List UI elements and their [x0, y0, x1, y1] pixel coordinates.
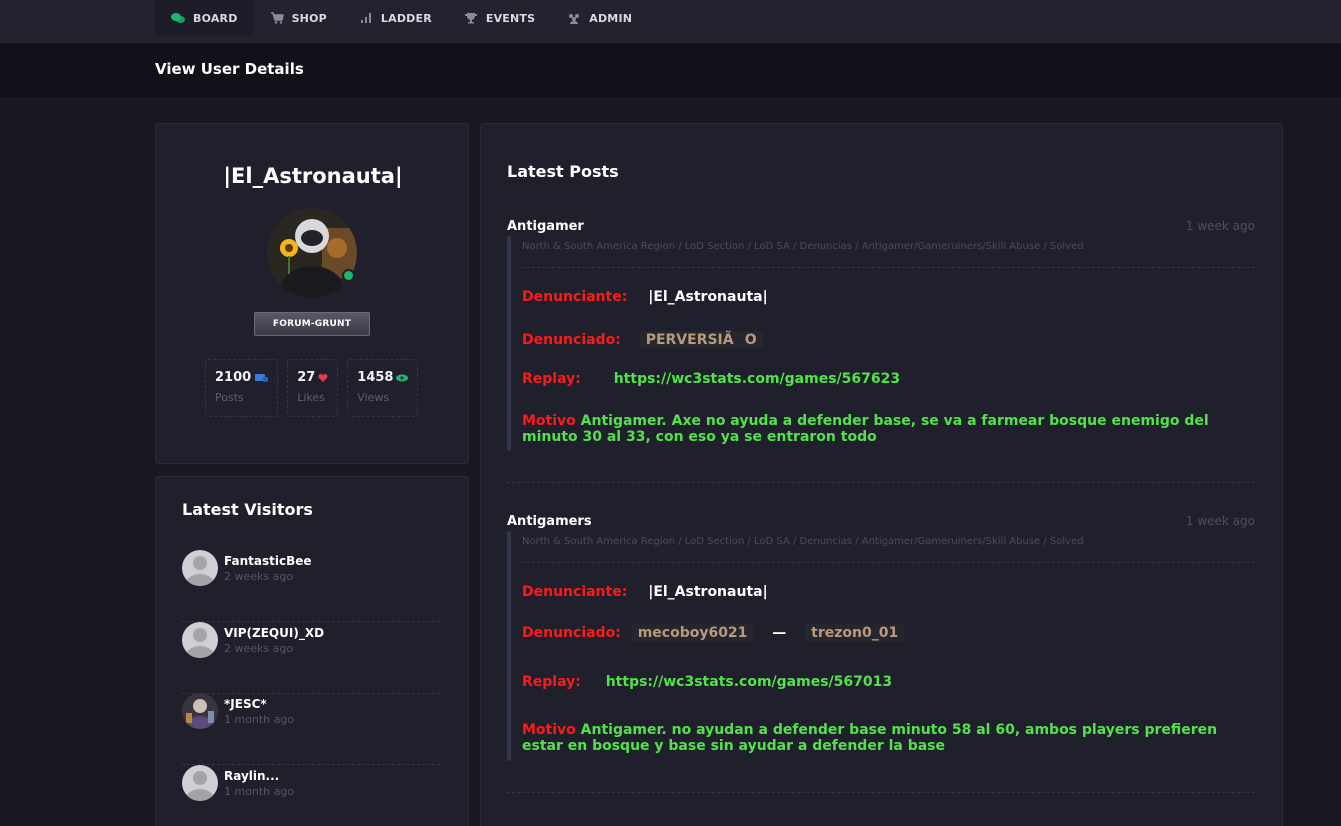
post-divider: [522, 267, 1255, 268]
post-motivo: Motivo Antigamer. Axe no ayuda a defende…: [522, 413, 1255, 445]
nav-list: BOARD SHOP LADDER EVENTS ADMIN: [155, 0, 648, 36]
denunciado-label: Denunciado:: [522, 625, 621, 641]
post-item: Antigamer 1 week ago North & South Ameri…: [507, 219, 1255, 459]
denunciado-value-2: trezon0_01: [805, 624, 905, 642]
nav-label-shop: SHOP: [291, 11, 327, 25]
nav-label-admin: ADMIN: [589, 11, 633, 25]
stat-likes: 27 Likes: [287, 359, 339, 417]
replay-link[interactable]: https://wc3stats.com/games/567623: [614, 371, 900, 387]
post-breadcrumb[interactable]: North & South America Region / LoD Secti…: [522, 241, 1084, 252]
post-divider: [522, 562, 1255, 563]
post-denunciado-line: Denunciado: mecoboy6021 — trezon0_01: [522, 624, 905, 642]
latest-visitors-card: Latest Visitors FantasticBee 2 weeks ago…: [155, 476, 469, 826]
nav-item-board[interactable]: BOARD: [155, 0, 254, 36]
denunciado-label: Denunciado:: [522, 332, 621, 348]
visitor-item[interactable]: VIP(ZEQUI)_XD 2 weeks ago: [182, 622, 440, 694]
post-breadcrumb[interactable]: North & South America Region / LoD Secti…: [522, 536, 1084, 547]
post-separator: [507, 482, 1255, 483]
visitor-time: 2 weeks ago: [224, 570, 294, 583]
post-denunciante-line: Denunciante: |El_Astronauta|: [522, 289, 768, 305]
page-title: View User Details: [155, 60, 304, 78]
denunciante-value: |El_Astronauta|: [648, 289, 768, 305]
heart-icon: [318, 374, 328, 382]
nav-item-admin[interactable]: ADMIN: [551, 0, 648, 36]
profile-card: |El_Astronauta| FORUM-GRUNT 2100 Posts 2…: [155, 123, 469, 464]
visitor-name[interactable]: Raylin...: [224, 769, 279, 783]
stat-views-label: Views: [357, 391, 390, 404]
stat-posts: 2100 Posts: [205, 359, 279, 417]
visitor-name[interactable]: FantasticBee: [224, 554, 312, 568]
online-status-dot: [342, 269, 355, 282]
nav-label-events: EVENTS: [485, 11, 536, 25]
post-item: Antigamers 1 week ago North & South Amer…: [507, 514, 1255, 774]
post-time: 1 week ago: [1185, 514, 1255, 528]
visitors-heading: Latest Visitors: [182, 500, 313, 519]
profile-stats: 2100 Posts 27 Likes 1458 Views: [205, 359, 419, 417]
denunciante-label: Denunciante:: [522, 584, 628, 600]
post-quote-bar: [507, 531, 511, 761]
default-avatar-icon: [182, 765, 218, 801]
default-avatar-icon: [182, 622, 218, 658]
visitor-name[interactable]: VIP(ZEQUI)_XD: [224, 626, 324, 640]
users-icon: [569, 14, 580, 24]
nav-item-shop[interactable]: SHOP: [254, 0, 343, 36]
trophy-icon: [464, 13, 477, 24]
latest-posts-card: Latest Posts Antigamer 1 week ago North …: [480, 123, 1283, 826]
post-replay-line: Replay: https://wc3stats.com/games/56701…: [522, 674, 892, 690]
motivo-text: Antigamer. Axe no ayuda a defender base,…: [522, 413, 1209, 445]
visitor-avatar: [182, 693, 218, 729]
motivo-text: Antigamer. no ayudan a defender base min…: [522, 722, 1218, 754]
replay-label: Replay:: [522, 674, 581, 690]
stat-posts-label: Posts: [215, 391, 244, 404]
post-motivo: Motivo Antigamer. no ayudan a defender b…: [522, 722, 1255, 754]
motivo-label: Motivo: [522, 413, 576, 429]
page-title-bar: View User Details: [0, 43, 1341, 97]
post-quote-bar: [507, 236, 511, 451]
scroll-icon: [255, 374, 269, 382]
post-replay-line: Replay: https://wc3stats.com/games/56762…: [522, 371, 900, 387]
post-time: 1 week ago: [1185, 219, 1255, 233]
posts-heading: Latest Posts: [507, 162, 619, 181]
replay-label: Replay:: [522, 371, 581, 387]
visitor-item[interactable]: FantasticBee 2 weeks ago: [182, 550, 440, 622]
chat-bubbles-icon: [171, 13, 185, 23]
profile-username: |El_Astronauta|: [223, 164, 403, 188]
nav-label-ladder: LADDER: [380, 11, 432, 25]
default-avatar-icon: [182, 550, 218, 586]
visitor-time: 2 weeks ago: [224, 642, 294, 655]
post-title[interactable]: Antigamers: [507, 514, 592, 529]
post-denunciante-line: Denunciante: |El_Astronauta|: [522, 584, 768, 600]
stat-views-value: 1458: [357, 370, 394, 385]
visitor-item[interactable]: Raylin... 1 month ago: [182, 765, 440, 826]
nav-item-events[interactable]: EVENTS: [448, 0, 551, 36]
stat-likes-label: Likes: [297, 391, 325, 404]
post-denunciado-line: Denunciado: PERVERSIÃO: [522, 331, 763, 349]
visitor-item[interactable]: *JESC* 1 month ago: [182, 693, 440, 765]
motivo-label: Motivo: [522, 722, 576, 738]
denunciado-value: mecoboy6021: [631, 624, 754, 642]
stat-posts-value: 2100: [215, 370, 252, 385]
denunciante-label: Denunciante:: [522, 289, 628, 305]
cart-icon: [270, 12, 284, 24]
nav-label-board: BOARD: [193, 11, 238, 25]
replay-link[interactable]: https://wc3stats.com/games/567013: [606, 674, 892, 690]
visitor-time: 1 month ago: [224, 785, 295, 798]
denunciante-value: |El_Astronauta|: [648, 584, 768, 600]
visitor-name[interactable]: *JESC*: [224, 697, 267, 711]
eye-icon: [396, 374, 409, 381]
rank-badge: FORUM-GRUNT: [254, 312, 370, 336]
stat-likes-value: 27: [297, 370, 316, 385]
top-navigation: BOARD SHOP LADDER EVENTS ADMIN: [0, 0, 1341, 43]
denunciado-separator: —: [772, 625, 787, 641]
post-separator: [507, 792, 1255, 793]
stat-views: 1458 Views: [347, 359, 419, 417]
visitor-time: 1 month ago: [224, 713, 295, 726]
denunciado-value: PERVERSIÃO: [639, 331, 763, 349]
post-title[interactable]: Antigamer: [507, 219, 584, 234]
profile-avatar[interactable]: [267, 208, 357, 298]
nav-item-ladder[interactable]: LADDER: [343, 0, 448, 36]
bar-chart-icon: [360, 13, 371, 23]
